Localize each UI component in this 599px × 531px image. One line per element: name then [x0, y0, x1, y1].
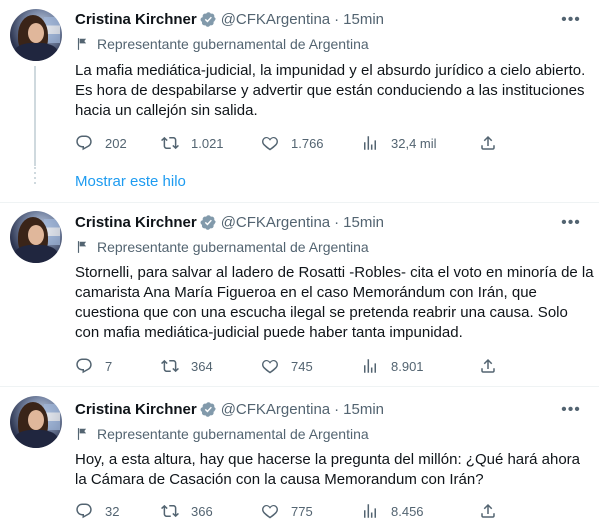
views-icon [364, 359, 376, 373]
avatar[interactable] [10, 396, 62, 448]
retweet-button[interactable]: 366 [161, 502, 261, 520]
verified-badge-icon [200, 214, 216, 230]
avatar[interactable] [10, 211, 62, 263]
retweet-button[interactable]: 364 [161, 357, 261, 375]
retweet-button[interactable]: 1.021 [161, 134, 261, 152]
tweet-actions: 202 1.021 1.766 32,4 mil [75, 133, 515, 153]
like-count: 1.766 [291, 135, 324, 151]
tweet-header: Cristina Kirchner @CFKArgentina · 15min [75, 8, 384, 30]
share-button[interactable] [479, 134, 509, 152]
like-button[interactable]: 1.766 [261, 134, 361, 152]
views-count: 8.901 [391, 358, 424, 374]
author-name[interactable]: Cristina Kirchner [75, 11, 197, 28]
timestamp[interactable]: 15min [343, 11, 384, 28]
reply-count: 32 [105, 503, 120, 519]
more-dots-icon[interactable]: ••• [561, 400, 581, 420]
retweet-icon [161, 136, 179, 150]
views-count: 8.456 [391, 503, 424, 519]
retweet-icon [161, 504, 179, 518]
tweet-3[interactable]: Cristina Kirchner @CFKArgentina · 15min … [0, 387, 599, 531]
retweet-icon [161, 359, 179, 373]
like-button[interactable]: 745 [261, 357, 361, 375]
tweet-1[interactable]: Cristina Kirchner @CFKArgentina · 15min … [0, 0, 599, 166]
reply-icon [76, 135, 92, 151]
heart-icon [262, 359, 278, 374]
thread-line [34, 66, 36, 166]
share-button[interactable] [479, 357, 509, 375]
views-button[interactable]: 32,4 mil [361, 134, 479, 152]
like-count: 775 [291, 503, 313, 519]
more-dots-icon[interactable]: ••• [561, 213, 581, 233]
author-handle[interactable]: @CFKArgentina [221, 214, 330, 231]
timestamp[interactable]: 15min [343, 214, 384, 231]
government-label[interactable]: Representante gubernamental de Argentina [75, 34, 369, 54]
show-thread-link[interactable]: Mostrar este hilo [75, 173, 186, 190]
heart-icon [262, 504, 278, 519]
author-name[interactable]: Cristina Kirchner [75, 214, 197, 231]
tweet-header: Cristina Kirchner @CFKArgentina · 15min [75, 398, 384, 420]
views-icon [364, 136, 376, 150]
author-name[interactable]: Cristina Kirchner [75, 401, 197, 418]
label-text: Representante gubernamental de Argentina [97, 426, 369, 442]
flag-icon [77, 428, 87, 440]
views-count: 32,4 mil [391, 135, 437, 151]
tweet-actions: 7 364 745 8.901 [75, 356, 515, 376]
tweet-text: Stornelli, para salvar al ladero de Rosa… [75, 264, 594, 341]
flag-icon [77, 38, 87, 50]
separator-dot: · [334, 10, 340, 28]
reply-button[interactable]: 7 [75, 357, 161, 375]
avatar[interactable] [10, 9, 62, 61]
views-icon [364, 504, 376, 518]
reply-count: 202 [105, 135, 127, 151]
reply-button[interactable]: 32 [75, 502, 161, 520]
timestamp[interactable]: 15min [343, 401, 384, 418]
author-handle[interactable]: @CFKArgentina [221, 11, 330, 28]
reply-icon [76, 358, 92, 374]
retweet-count: 364 [191, 358, 213, 374]
flag-icon [77, 241, 87, 253]
thread-gap-dots [34, 167, 36, 187]
label-text: Representante gubernamental de Argentina [97, 36, 369, 52]
tweet-actions: 32 366 775 8.456 [75, 501, 515, 521]
verified-badge-icon [200, 11, 216, 27]
government-label[interactable]: Representante gubernamental de Argentina [75, 424, 369, 444]
share-icon [481, 358, 495, 373]
government-label[interactable]: Representante gubernamental de Argentina [75, 237, 369, 257]
like-button[interactable]: 775 [261, 502, 361, 520]
share-icon [481, 135, 495, 150]
more-dots-icon[interactable]: ••• [561, 10, 581, 30]
separator-dot: · [334, 213, 340, 231]
tweet-text: Hoy, a esta altura, hay que hacerse la p… [75, 451, 581, 488]
share-icon [481, 503, 495, 518]
reply-count: 7 [105, 358, 113, 374]
views-button[interactable]: 8.456 [361, 502, 479, 520]
tweet-2[interactable]: Cristina Kirchner @CFKArgentina · 15min … [0, 203, 599, 386]
reply-icon [76, 503, 92, 519]
retweet-count: 1.021 [191, 135, 224, 151]
tweet-header: Cristina Kirchner @CFKArgentina · 15min [75, 211, 384, 233]
separator-dot: · [334, 400, 340, 418]
retweet-count: 366 [191, 503, 213, 519]
share-button[interactable] [479, 502, 509, 520]
heart-icon [262, 136, 278, 151]
reply-button[interactable]: 202 [75, 134, 161, 152]
tweet-text: La mafia mediática-judicial, la impunida… [75, 62, 586, 119]
author-handle[interactable]: @CFKArgentina [221, 401, 330, 418]
like-count: 745 [291, 358, 313, 374]
views-button[interactable]: 8.901 [361, 357, 479, 375]
verified-badge-icon [200, 401, 216, 417]
label-text: Representante gubernamental de Argentina [97, 239, 369, 255]
